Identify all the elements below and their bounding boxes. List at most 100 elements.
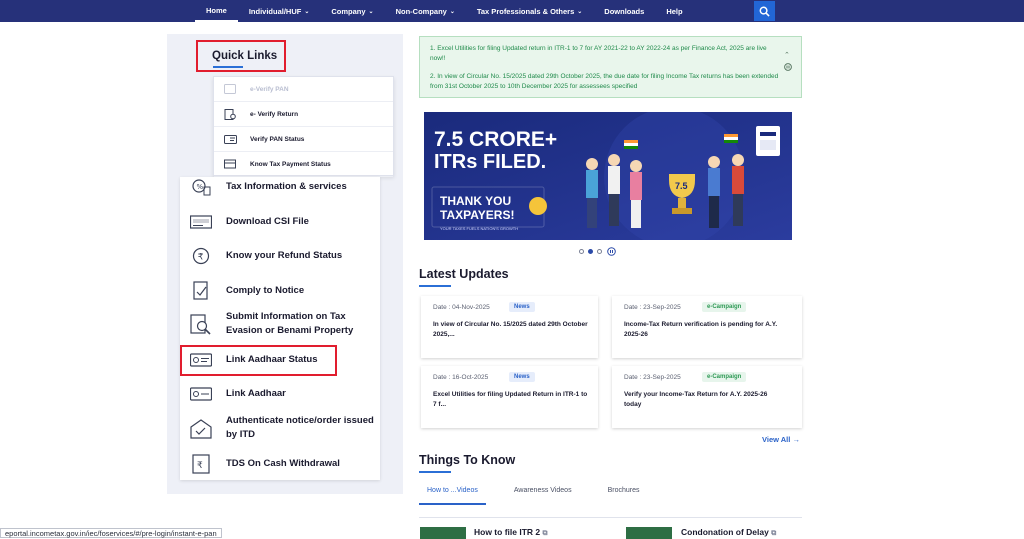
video-title-text: Condonation of Delay [681,527,769,537]
pan-card-icon [223,133,237,145]
browser-status-url: eportal.incometax.gov.in/iec/foservices/… [0,528,222,538]
nav-label: Individual/HUF [248,6,302,16]
chevron-down-icon: ⌄ [449,8,455,15]
chevron-down-icon: ⌄ [368,8,374,15]
search-button[interactable] [754,1,775,21]
things-to-know-tabs: How to ...Videos Awareness Videos Brochu… [419,487,667,505]
dropdown-item-everify-pan[interactable]: e-Verify PAN [214,77,393,102]
nav-item-downloads[interactable]: Downloads [593,0,655,22]
announcement-line-2: 2. In view of Circular No. 15/2025 dated… [430,73,779,90]
service-tax-evasion[interactable]: Submit Information on Tax Evasion or Ben… [180,310,380,340]
payment-icon [223,158,237,170]
service-label: TDS On Cash Withdrawal [226,458,340,469]
nav-label: Tax Professionals & Others [476,6,575,16]
update-badge: e-Campaign [702,302,747,312]
update-card[interactable]: Date : 16-Oct-2025 News Excel Utilities … [421,366,598,428]
nav-item-individual-huf[interactable]: Individual/HUF ⌄ [238,0,321,22]
service-label: Submit Information on Tax Evasion or Ben… [226,311,354,336]
tab-awareness-videos[interactable]: Awareness Videos [506,487,580,505]
banner-artwork: 7.5 CRORE+ ITRs FILED. THANK YOU TAXPAYE… [424,112,792,240]
banner-subheadline: ITRs FILED. [434,151,546,173]
carousel-dot[interactable] [579,249,584,254]
title-underline [213,66,243,68]
banner-headline: 7.5 CRORE+ [434,128,557,151]
service-tax-information[interactable]: % Tax Information & services [180,176,380,198]
update-card[interactable]: Date : 23-Sep-2025 e-Campaign Income-Tax… [612,296,802,358]
service-label: Download CSI File [226,216,309,227]
nav-item-help[interactable]: Help [655,0,693,22]
video-title[interactable]: How to file ITR 2 ⧉ [474,527,548,538]
carousel-dot[interactable] [597,249,602,254]
quick-links-header: Quick Links [196,40,286,72]
announcement-box: 1. Excel Utilities for filing Updated re… [419,36,802,98]
service-link-aadhaar[interactable]: Link Aadhaar [180,383,380,405]
update-text: Excel Utilities for filing Updated Retur… [433,391,588,408]
magnifier-doc-icon [190,314,212,336]
service-comply-notice[interactable]: Comply to Notice [180,280,380,302]
tax-info-icon: % [190,176,212,198]
service-authenticate-notice[interactable]: Authenticate notice/order issued by ITD [180,414,380,444]
update-card[interactable]: Date : 23-Sep-2025 e-Campaign Verify you… [612,366,802,428]
dropdown-item-label: Know Tax Payment Status [250,160,331,168]
section-underline [419,285,451,287]
nav-label: Help [666,6,683,16]
update-date: Date : 23-Sep-2025 [624,304,681,311]
service-label: Know your Refund Status [226,250,343,261]
view-all-link[interactable]: View All → [762,435,800,444]
banner-tagline: YOUR TAXES FUELS NATION'S GROWTH [440,226,518,231]
view-all-label: View All [762,435,791,444]
update-date: Date : 23-Sep-2025 [624,374,681,381]
csi-file-icon [190,211,212,233]
pause-icon[interactable] [784,63,792,73]
nav-label: Home [206,5,227,15]
update-card[interactable]: Date : 04-Nov-2025 News In view of Circu… [421,296,598,358]
search-icon [759,6,770,17]
trophy-label: 7.5 [675,181,688,191]
section-underline [419,471,451,473]
authenticate-icon [190,418,212,440]
svg-text:₹: ₹ [198,253,204,263]
verify-return-icon [223,108,237,120]
nav-item-tax-professionals[interactable]: Tax Professionals & Others ⌄ [466,0,593,22]
external-link-icon: ⧉ [542,530,548,537]
dropdown-item-verify-pan-status[interactable]: Verify PAN Status [214,127,393,152]
top-navbar: Home Individual/HUF ⌄ Company ⌄ Non-Compan… [0,0,1024,22]
tab-brochures[interactable]: Brochures [600,487,648,505]
svg-text:%: % [197,183,204,191]
tab-how-to-videos[interactable]: How to ...Videos [419,487,486,505]
banner-thanks: THANK YOU [440,194,511,208]
quick-links-title: Quick Links [212,50,278,62]
service-tds-cash[interactable]: ₹ TDS On Cash Withdrawal [180,453,380,475]
refund-icon: ₹ [190,245,212,267]
service-refund-status[interactable]: ₹ Know your Refund Status [180,245,380,267]
chevron-down-icon: ⌄ [577,8,583,15]
nav-item-company[interactable]: Company ⌄ [320,0,384,22]
things-to-know-title: Things To Know [419,453,516,467]
highlight-link-aadhaar-status [180,345,337,376]
cash-withdrawal-icon: ₹ [190,453,212,475]
service-download-csi[interactable]: Download CSI File [180,211,380,233]
video-thumbnail[interactable] [626,527,672,539]
nav-label: Downloads [604,6,645,16]
link-aadhaar-icon [190,383,212,405]
hero-banner[interactable]: 7.5 CRORE+ ITRs FILED. THANK YOU TAXPAYE… [424,112,792,240]
service-label: Comply to Notice [226,285,305,296]
dropdown-item-label: Verify PAN Status [250,135,305,143]
services-card: % Tax Information & services Download CS… [180,177,380,480]
update-badge: News [509,302,535,312]
nav-item-non-company[interactable]: Non-Company ⌄ [385,0,466,22]
video-title[interactable]: Condonation of Delay ⧉ [681,527,776,538]
scroll-up-icon[interactable]: ⌃ [784,51,790,59]
dropdown-item-label: e- Verify Return [250,110,299,118]
nav-item-home[interactable]: Home [195,0,238,22]
dropdown-item-everify-return[interactable]: e- Verify Return [214,102,393,127]
update-date: Date : 04-Nov-2025 [433,304,490,311]
nav-label: Company [331,6,366,16]
video-thumbnail[interactable] [420,527,466,539]
carousel-pause-icon[interactable] [607,247,616,256]
dropdown-item-tax-payment-status[interactable]: Know Tax Payment Status [214,152,393,177]
service-label: Link Aadhaar [226,388,286,399]
update-badge: e-Campaign [702,372,747,382]
carousel-dot-active[interactable] [588,249,593,254]
update-date: Date : 16-Oct-2025 [433,374,489,381]
